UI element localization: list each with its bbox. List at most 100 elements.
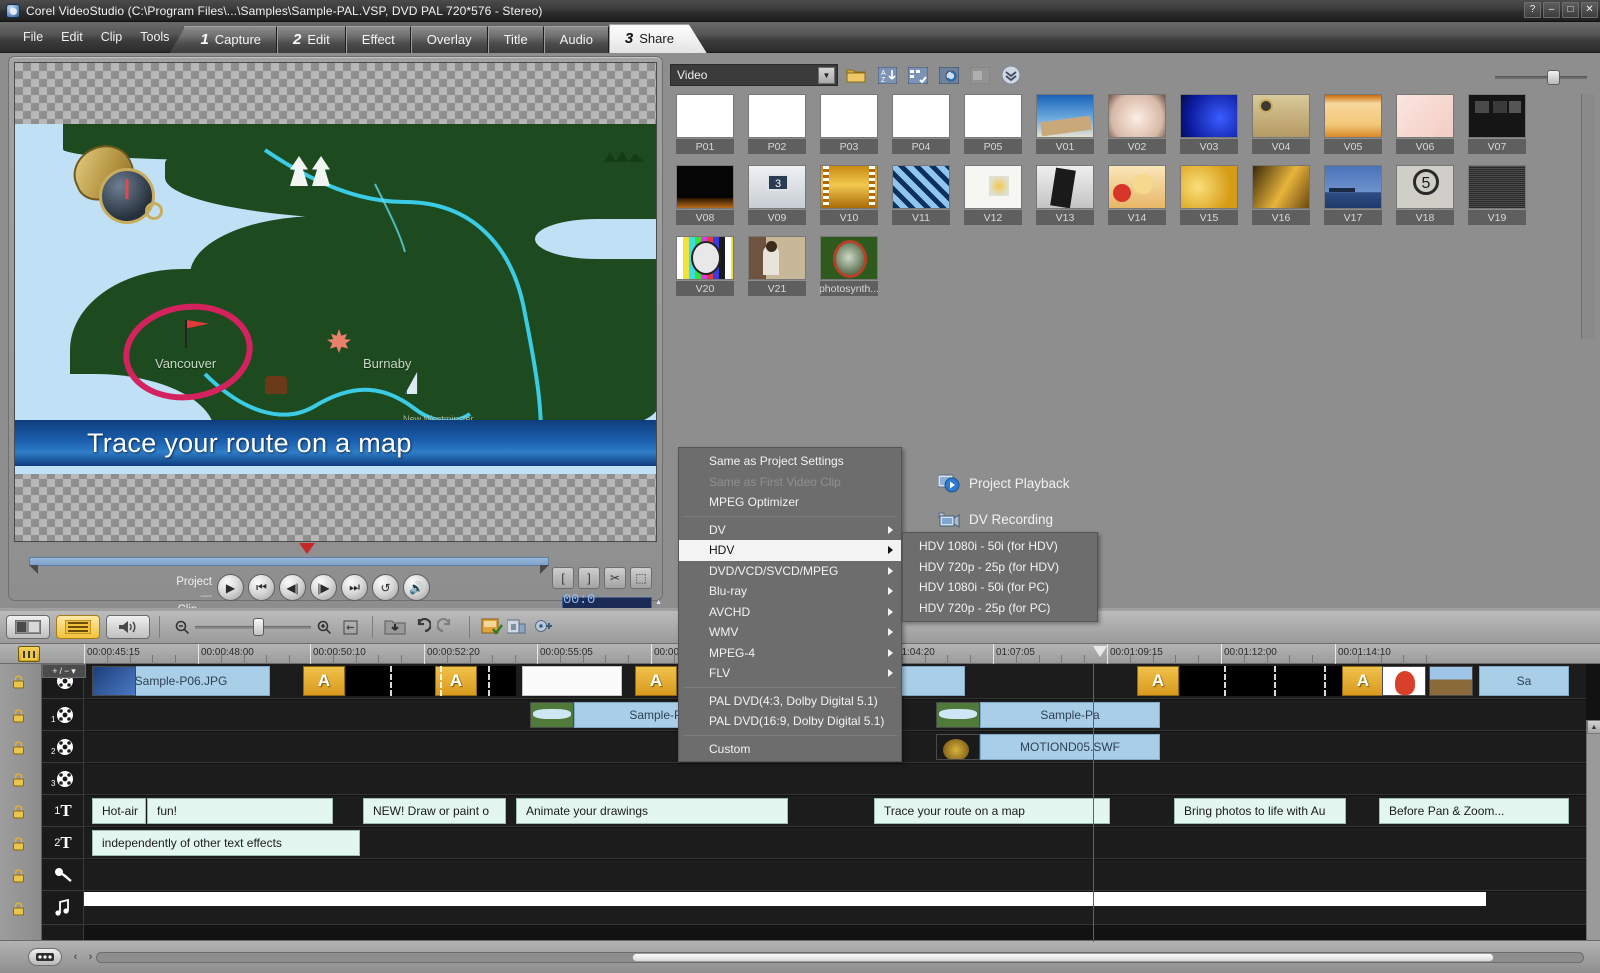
- library-zoom-slider[interactable]: [1495, 70, 1587, 85]
- context-menu-item[interactable]: DVD/VCD/SVCD/MPEG: [679, 561, 901, 582]
- library-item[interactable]: V06: [1396, 94, 1454, 154]
- library-item[interactable]: V12: [964, 165, 1022, 225]
- play-button[interactable]: ▶: [217, 574, 244, 601]
- library-item-thumbnail[interactable]: [892, 94, 950, 138]
- lane-overlay-track-3[interactable]: [84, 764, 1586, 795]
- track-overlay-track-1-icon[interactable]: 1: [42, 700, 84, 731]
- library-item-thumbnail[interactable]: [1036, 165, 1094, 209]
- home-button[interactable]: ⏮: [248, 574, 275, 601]
- context-menu-item[interactable]: WMV: [679, 622, 901, 643]
- library-item-thumbnail[interactable]: [964, 165, 1022, 209]
- library-item-thumbnail[interactable]: [748, 236, 806, 280]
- library-item[interactable]: photosynth...: [820, 236, 878, 296]
- library-item-thumbnail[interactable]: 5: [1396, 165, 1454, 209]
- timeline-clip[interactable]: [346, 666, 516, 696]
- tab-capture[interactable]: 1 Capture: [184, 25, 278, 53]
- library-item[interactable]: V03: [1180, 94, 1238, 154]
- library-item[interactable]: V13: [1036, 165, 1094, 225]
- library-item[interactable]: V04: [1252, 94, 1310, 154]
- library-item[interactable]: P03: [820, 94, 878, 154]
- title-clip[interactable]: Hot-air: [92, 798, 146, 824]
- help-button[interactable]: ?: [1524, 2, 1541, 18]
- title-clip[interactable]: Bring photos to life with Au: [1174, 798, 1346, 824]
- submenu-item[interactable]: HDV 1080i - 50i (for HDV): [903, 536, 1097, 557]
- tab-share[interactable]: 3 Share: [608, 23, 690, 53]
- library-item[interactable]: V05: [1324, 94, 1382, 154]
- library-category-select[interactable]: Video ▼: [670, 64, 838, 86]
- mode-project-label[interactable]: Project: [164, 575, 212, 603]
- library-item-thumbnail[interactable]: 3: [748, 165, 806, 209]
- ruler-playhead[interactable]: [1093, 646, 1107, 657]
- track-lock-icon[interactable]: [12, 869, 25, 883]
- library-item-thumbnail[interactable]: [748, 94, 806, 138]
- timeline-marker-icon[interactable]: [18, 646, 40, 662]
- timeline-zoom-slider[interactable]: [195, 618, 311, 636]
- track-lock-icon[interactable]: [12, 902, 25, 916]
- title-clip[interactable]: Before Pan & Zoom...: [1379, 798, 1569, 824]
- timeline-clip[interactable]: A: [1137, 666, 1179, 696]
- timeline-home-icon[interactable]: [28, 948, 62, 966]
- context-menu-item[interactable]: AVCHD: [679, 602, 901, 623]
- timeline-clip[interactable]: A: [1342, 666, 1384, 696]
- library-item-thumbnail[interactable]: [1468, 94, 1526, 138]
- audio-view-button[interactable]: [106, 615, 150, 639]
- library-item-thumbnail[interactable]: [964, 94, 1022, 138]
- timeline-view-button[interactable]: [56, 615, 100, 639]
- cut-clip-button[interactable]: ✂: [604, 567, 626, 589]
- library-item-thumbnail[interactable]: [1396, 94, 1454, 138]
- context-menu-item[interactable]: HDV: [679, 540, 901, 561]
- library-item[interactable]: V21: [748, 236, 806, 296]
- track-title-track-2-icon[interactable]: 2T: [42, 828, 84, 859]
- library-item[interactable]: V19: [1468, 165, 1526, 225]
- maximize-button[interactable]: □: [1562, 2, 1579, 18]
- library-item-thumbnail[interactable]: [1036, 94, 1094, 138]
- library-item-thumbnail[interactable]: [676, 236, 734, 280]
- track-lock-icon[interactable]: [12, 837, 25, 851]
- library-item[interactable]: V17: [1324, 165, 1382, 225]
- repeat-button[interactable]: ↺: [372, 574, 399, 601]
- library-item[interactable]: V01: [1036, 94, 1094, 154]
- scroll-left-button[interactable]: ‹: [68, 947, 83, 967]
- library-item[interactable]: V10: [820, 165, 878, 225]
- context-menu-item[interactable]: MPEG Optimizer: [679, 492, 901, 513]
- title-clip[interactable]: independently of other text effects: [92, 830, 360, 856]
- fit-project-icon[interactable]: [337, 615, 363, 639]
- submenu-item[interactable]: HDV 1080i - 50i (for PC): [903, 577, 1097, 598]
- library-item[interactable]: P01: [676, 94, 734, 154]
- library-item-thumbnail[interactable]: [1180, 165, 1238, 209]
- library-item[interactable]: P05: [964, 94, 1022, 154]
- library-item[interactable]: V20: [676, 236, 734, 296]
- timeline-clip[interactable]: Sa: [1479, 666, 1569, 696]
- library-item[interactable]: 3 V09: [748, 165, 806, 225]
- lane-title-track-1[interactable]: Hot-air fun! NEW! Draw or paint o Animate y…: [84, 796, 1586, 827]
- context-menu-item[interactable]: Blu-ray: [679, 581, 901, 602]
- title-clip[interactable]: NEW! Draw or paint o: [363, 798, 506, 824]
- preview-screen[interactable]: Vancouver Burnaby New Westminster Trace …: [14, 62, 657, 542]
- library-item-thumbnail[interactable]: [820, 236, 878, 280]
- share-project-playback[interactable]: Project Playback: [937, 473, 1070, 493]
- track-lock-icon[interactable]: [12, 709, 25, 723]
- preview-trim-track[interactable]: [29, 557, 549, 566]
- mark-in-button[interactable]: [: [552, 567, 574, 589]
- track-manager-button[interactable]: + / − ▾: [42, 664, 86, 678]
- context-menu-item[interactable]: PAL DVD(4:3, Dolby Digital 5.1): [679, 691, 901, 712]
- track-overlay-track-2-icon[interactable]: 2: [42, 732, 84, 763]
- track-lock-icon[interactable]: [12, 741, 25, 755]
- sort-az-icon[interactable]: AZ: [874, 63, 900, 87]
- timeline-horizontal-scrollbar[interactable]: [96, 952, 1584, 963]
- menu-edit[interactable]: Edit: [52, 27, 92, 47]
- timeline-playhead[interactable]: [1093, 664, 1094, 942]
- library-item[interactable]: V11: [892, 165, 950, 225]
- track-title-track-1-icon[interactable]: 1T: [42, 796, 84, 827]
- menu-file[interactable]: File: [14, 27, 52, 47]
- load-media-folder-icon[interactable]: [843, 63, 869, 87]
- storyboard-view-button[interactable]: [6, 615, 50, 639]
- context-menu-item[interactable]: MPEG-4: [679, 643, 901, 664]
- undo-icon[interactable]: [408, 615, 434, 639]
- library-zoom-thumb[interactable]: [1547, 70, 1560, 85]
- library-item-thumbnail[interactable]: [676, 94, 734, 138]
- library-item[interactable]: P04: [892, 94, 950, 154]
- library-item-thumbnail[interactable]: [1108, 94, 1166, 138]
- library-scrollbar[interactable]: [1581, 94, 1595, 339]
- smart-package-icon[interactable]: [479, 615, 505, 639]
